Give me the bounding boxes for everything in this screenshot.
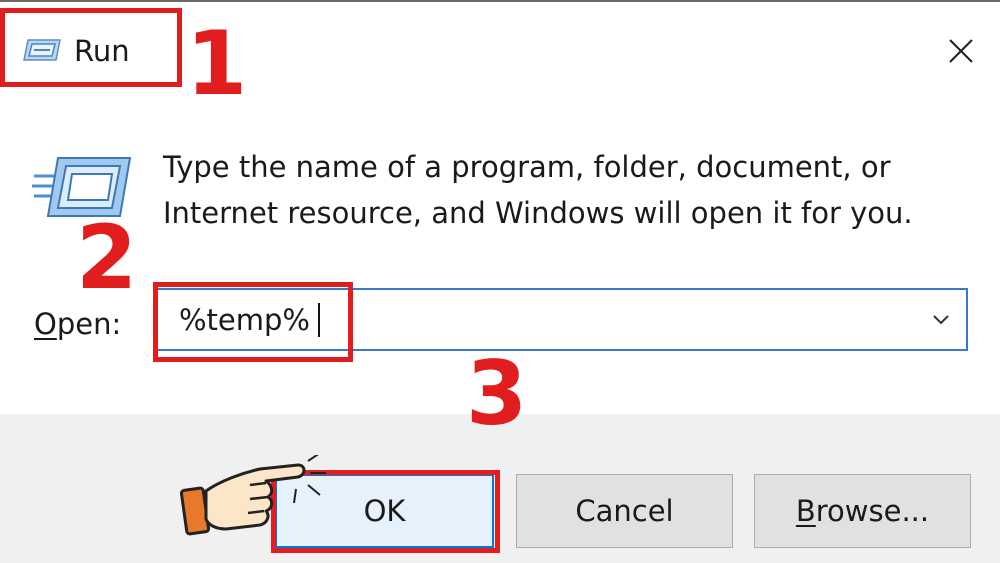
step-1-number: 1 [186, 12, 248, 115]
run-description: Type the name of a program, folder, docu… [163, 150, 913, 230]
browse-button[interactable]: Browse... [754, 474, 971, 548]
browse-mnemonic: B [795, 494, 816, 528]
open-label-mnemonic: O [34, 307, 57, 341]
step-2-number: 2 [76, 206, 138, 309]
open-label: Open: [34, 307, 121, 341]
highlight-input [153, 282, 353, 362]
highlight-title [0, 8, 182, 87]
pointing-hand-icon [180, 455, 326, 536]
chevron-down-icon[interactable] [926, 304, 956, 334]
cancel-button[interactable]: Cancel [516, 474, 733, 548]
open-label-rest: pen: [56, 307, 122, 341]
close-icon[interactable] [936, 26, 986, 76]
browse-rest: rowse... [815, 494, 930, 528]
step-3-number: 3 [466, 342, 528, 445]
